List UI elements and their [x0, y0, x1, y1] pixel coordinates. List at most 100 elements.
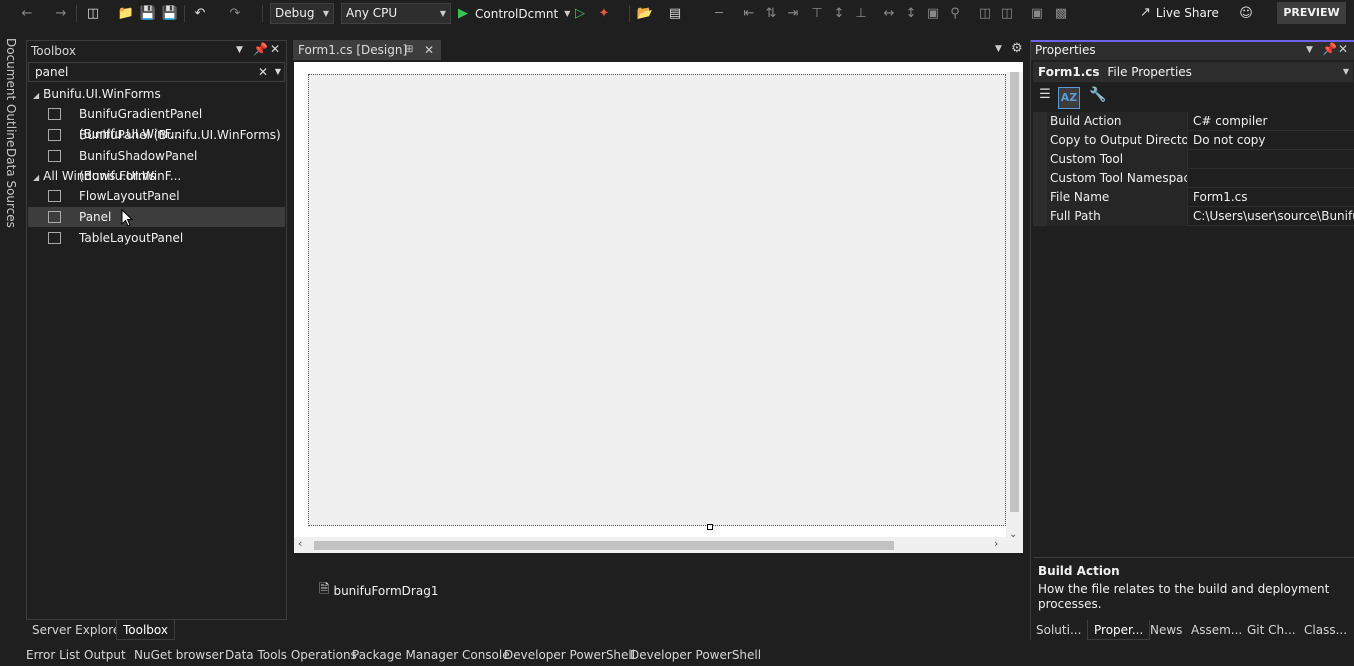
property-value[interactable]	[1190, 150, 1354, 169]
start-without-debugging-icon[interactable]: ▷	[571, 4, 589, 22]
browse-folder-icon[interactable]: 📂	[636, 4, 654, 22]
align-top-icon[interactable]: ⊤	[808, 4, 826, 22]
horizontal-scrollbar[interactable]: ‹ ›	[294, 537, 1023, 553]
news-tab[interactable]: News	[1144, 620, 1188, 640]
feedback-icon[interactable]: ☺	[1237, 4, 1255, 22]
layout-icon[interactable]: ▤	[666, 4, 684, 22]
gear-icon[interactable]: ⚙	[1011, 41, 1023, 56]
tray-component[interactable]: 🗎 bunifuFormDrag1	[319, 580, 438, 602]
bring-to-front-icon[interactable]: ▣	[1028, 4, 1046, 22]
close-icon[interactable]: ✕	[270, 42, 280, 56]
send-to-back-icon[interactable]: ▩	[1052, 4, 1070, 22]
properties-tab[interactable]: Proper...	[1087, 620, 1151, 640]
chevron-right-icon[interactable]: ›	[994, 537, 998, 550]
scrollbar-thumb[interactable]	[314, 541, 894, 550]
vertical-scrollbar[interactable]: ⌄	[1006, 72, 1023, 540]
align-bottom-icon[interactable]: ⊥	[852, 4, 870, 22]
pin-icon[interactable]: ⊞	[405, 40, 413, 60]
size-to-grid-icon[interactable]: ▣	[924, 4, 942, 22]
data-sources-tab[interactable]: Data Sources	[4, 148, 18, 228]
chevron-down-icon[interactable]: ▼	[995, 44, 1002, 54]
hot-reload-icon[interactable]: ✦	[595, 4, 613, 22]
preview-button[interactable]: PREVIEW	[1277, 2, 1346, 24]
scrollbar-thumb[interactable]	[1010, 72, 1019, 512]
toolbox-item-bunifu-gradient-panel[interactable]: BunifuGradientPanel (Bunifu.UI.WinF...	[28, 104, 285, 141]
property-row[interactable]: Copy to Output Directory Do not copy	[1033, 131, 1354, 150]
close-icon[interactable]: ✕	[1338, 42, 1348, 56]
toolbox-search-input[interactable]: panel ✕ ▼	[28, 62, 285, 82]
align-grid-icon[interactable]: ─	[710, 4, 728, 22]
package-manager-console-tab[interactable]: Package Manager Console	[352, 648, 510, 662]
class-view-tab[interactable]: Class...	[1298, 620, 1353, 640]
categorized-icon[interactable]: ☰	[1035, 87, 1055, 107]
toolbox-item-flow-layout-panel[interactable]: FlowLayoutPanel	[28, 186, 285, 206]
same-height-icon[interactable]: ↕	[902, 4, 920, 22]
open-folder-icon[interactable]: 📁	[117, 4, 135, 22]
alphabetical-sort-icon[interactable]: AZ	[1058, 87, 1080, 109]
developer-powershell-tab-2[interactable]: Developer PowerShell	[630, 648, 761, 662]
close-icon[interactable]: ✕	[424, 40, 434, 60]
undo-icon[interactable]: ↶	[191, 4, 209, 22]
toolbox-tab[interactable]: Toolbox	[116, 620, 175, 640]
toolbox-item-panel[interactable]: Panel	[28, 207, 285, 227]
align-middle-icon[interactable]: ↕	[830, 4, 848, 22]
property-value[interactable]: C:\Users\user\source\Bunifu\re	[1190, 207, 1354, 226]
nuget-browser-tab[interactable]: NuGet browser	[134, 648, 224, 662]
chevron-left-icon[interactable]: ‹	[298, 537, 302, 550]
pin-icon[interactable]: 📌	[253, 42, 268, 56]
property-row[interactable]: Custom Tool	[1033, 150, 1354, 169]
error-list-tab[interactable]: Error List	[26, 648, 80, 662]
property-row[interactable]: Build Action C# compiler	[1033, 112, 1354, 131]
output-tab[interactable]: Output	[84, 648, 126, 662]
resize-handle[interactable]	[707, 524, 713, 530]
assemblies-tab[interactable]: Assem...	[1185, 620, 1248, 640]
properties-title: Properties	[1035, 43, 1096, 57]
configuration-dropdown[interactable]: Debug ▼	[270, 3, 334, 24]
document-tab-form1-design[interactable]: Form1.cs [Design] ⊞ ✕	[293, 40, 441, 60]
toolbox-item-table-layout-panel[interactable]: TableLayoutPanel	[28, 228, 285, 248]
design-surface[interactable]: ⌄ ‹ ›	[294, 62, 1023, 553]
pin-icon[interactable]: 📌	[1322, 42, 1337, 56]
document-outline-tab[interactable]: Document Outline	[4, 38, 18, 147]
vertical-spacing-icon[interactable]: ◫	[998, 4, 1016, 22]
property-value[interactable]: C# compiler	[1190, 112, 1354, 131]
toolbox-item-bunifu-panel[interactable]: BunifuPanel (Bunifu.UI.WinForms)	[28, 125, 285, 145]
property-pages-icon[interactable]: 🔧	[1088, 87, 1108, 107]
clear-search-icon[interactable]: ✕	[258, 63, 268, 81]
save-all-icon[interactable]: 💾	[161, 4, 179, 22]
property-value[interactable]: Do not copy	[1190, 131, 1354, 150]
toolbox-category-all-windows-forms[interactable]: ◢ All Windows Forms	[33, 169, 156, 183]
align-left-icon[interactable]: ⇤	[740, 4, 758, 22]
chevron-down-icon[interactable]: ▼	[236, 45, 243, 55]
object-type: File Properties	[1107, 65, 1192, 79]
redo-icon[interactable]: ↷	[226, 4, 244, 22]
horizontal-spacing-icon[interactable]: ◫	[976, 4, 994, 22]
zoom-icon[interactable]: ⚲	[946, 4, 964, 22]
platform-dropdown[interactable]: Any CPU ▼	[341, 3, 451, 24]
live-share-button[interactable]: ↗ Live Share	[1140, 5, 1219, 20]
object-selector[interactable]: Form1.cs File Properties ▼	[1033, 62, 1353, 82]
back-icon[interactable]: ←	[18, 4, 36, 22]
property-row[interactable]: Custom Tool Namespace	[1033, 169, 1354, 188]
property-value[interactable]: Form1.cs	[1190, 188, 1354, 207]
property-value[interactable]	[1190, 169, 1354, 188]
developer-powershell-tab[interactable]: Developer PowerShell	[504, 648, 635, 662]
expanded-triangle-icon: ◢	[33, 173, 40, 182]
save-icon[interactable]: 💾	[139, 4, 157, 22]
property-row[interactable]: File Name Form1.cs	[1033, 188, 1354, 207]
new-project-icon[interactable]: ◫	[84, 4, 102, 22]
toolbox-category-bunifu[interactable]: ◢ Bunifu.UI.WinForms	[33, 87, 161, 101]
form1-canvas[interactable]	[308, 74, 1006, 526]
align-center-icon[interactable]: ⇅	[762, 4, 780, 22]
chevron-down-icon[interactable]: ▼	[275, 63, 281, 81]
property-row[interactable]: Full Path C:\Users\user\source\Bunifu\re	[1033, 207, 1354, 226]
data-tools-operations-tab[interactable]: Data Tools Operations	[225, 648, 357, 662]
chevron-down-icon[interactable]: ▼	[1306, 45, 1313, 55]
align-right-icon[interactable]: ⇥	[784, 4, 802, 22]
git-changes-tab[interactable]: Git Ch...	[1241, 620, 1302, 640]
solution-explorer-tab[interactable]: Soluti...	[1030, 620, 1087, 640]
start-debugging-button[interactable]: ▶ ControlDcmnt ▼	[458, 4, 570, 23]
forward-icon[interactable]: →	[52, 4, 70, 22]
same-width-icon[interactable]: ↔	[880, 4, 898, 22]
toolbox-item-bunifu-shadow-panel[interactable]: BunifuShadowPanel (Bunifu.UI.WinF...	[28, 146, 285, 183]
